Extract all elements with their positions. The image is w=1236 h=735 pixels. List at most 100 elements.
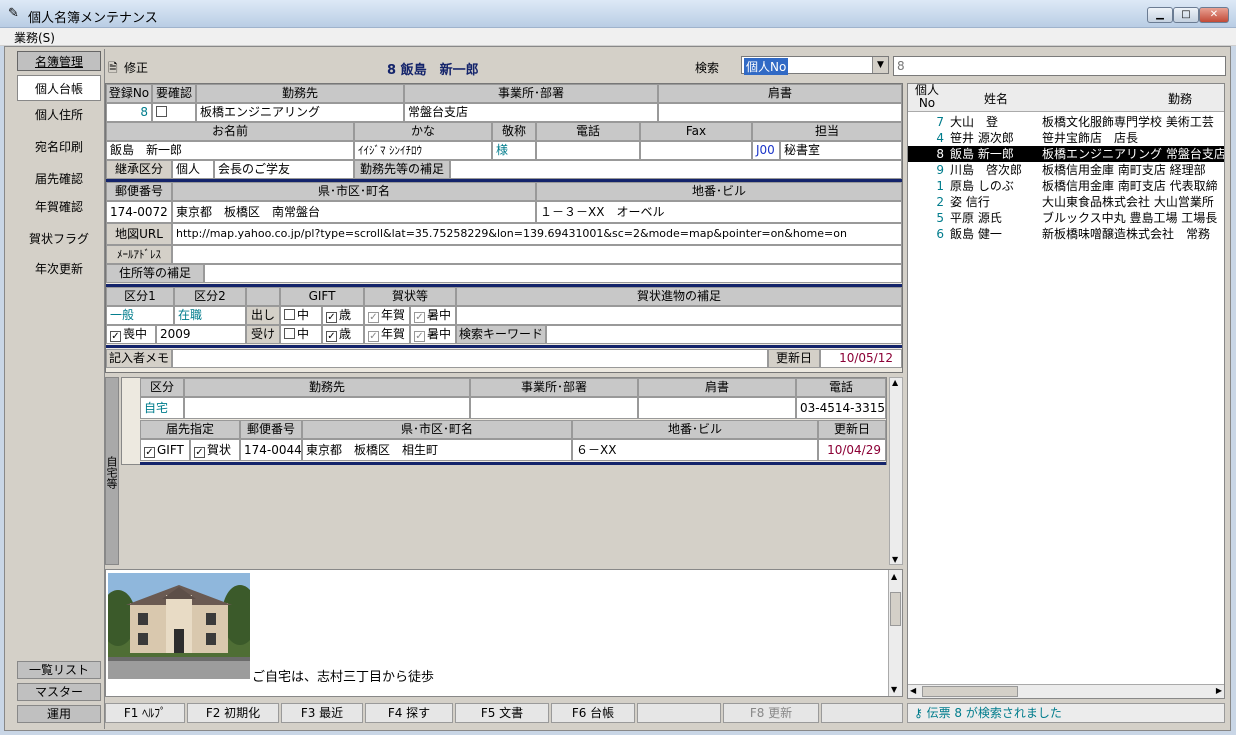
recv-nenga-checkbox[interactable]: ✓ 年賀 bbox=[364, 325, 410, 344]
f2-reset-button[interactable]: F2 初期化 bbox=[187, 703, 279, 723]
sidebar-item-card-flag[interactable]: 賀状フラグ bbox=[17, 229, 101, 249]
name-field[interactable]: 飯島 新一郎 bbox=[106, 141, 354, 160]
f6-ledger-button[interactable]: F6 台帳 bbox=[551, 703, 635, 723]
notes-caption: ご自宅は、志村三丁目から徒歩 bbox=[252, 670, 435, 685]
scroll-thumb[interactable] bbox=[890, 592, 901, 626]
home-dest-gift-checkbox[interactable]: ✓ GIFT bbox=[140, 439, 190, 461]
scroll-down-icon[interactable]: ▼ bbox=[891, 685, 897, 694]
mourning-checkbox[interactable]: ✓ 喪中 bbox=[106, 325, 156, 344]
recv-shochu-checkbox[interactable]: ✓ 暑中 bbox=[410, 325, 456, 344]
record-title: 8 飯島 新一郎 bbox=[387, 63, 479, 78]
search-input[interactable]: 8 bbox=[893, 56, 1226, 76]
greeting-supplement-field[interactable] bbox=[456, 306, 902, 325]
scroll-left-icon[interactable]: ◀ bbox=[910, 686, 916, 695]
inherit-type-field[interactable]: 個人 bbox=[172, 160, 214, 179]
inherit-note-field[interactable]: 会長のご学友 bbox=[214, 160, 354, 179]
sidebar-item-greeting-check[interactable]: 年賀確認 bbox=[17, 197, 101, 217]
pref-field[interactable]: 東京都 板橋区 南常盤台 bbox=[172, 201, 536, 223]
fax-field[interactable] bbox=[640, 141, 752, 160]
scroll-down-icon[interactable]: ▼ bbox=[892, 555, 898, 564]
zip-field[interactable]: 174-0072 bbox=[106, 201, 172, 223]
send-gift-year-checkbox[interactable]: ✓ 歳 bbox=[322, 306, 364, 325]
search-type-select[interactable]: 個人No ▼ bbox=[741, 56, 889, 75]
search-keyword-field[interactable] bbox=[546, 325, 902, 344]
list-item[interactable]: 5 平原 源氏 ブルックス中丸 豊島工場 工場長 bbox=[908, 210, 1224, 226]
scroll-up-icon[interactable]: ▲ bbox=[891, 572, 897, 581]
scroll-right-icon[interactable]: ▶ bbox=[1216, 686, 1222, 695]
recv-gift-mid-checkbox[interactable]: 中 bbox=[280, 325, 322, 344]
sidebar-item-address-print[interactable]: 宛名印刷 bbox=[17, 137, 101, 157]
home-zip-field[interactable]: 174-0044 bbox=[240, 439, 302, 461]
sidebar-item-annual-update[interactable]: 年次更新 bbox=[17, 259, 101, 279]
home-office-field[interactable] bbox=[470, 397, 638, 419]
home-company-field[interactable] bbox=[184, 397, 470, 419]
address-supplement-field[interactable] bbox=[204, 264, 902, 283]
staff-code-field[interactable]: J00 bbox=[752, 141, 780, 160]
company-field[interactable]: 板橋エンジニアリング bbox=[196, 103, 404, 122]
memo-field[interactable] bbox=[172, 349, 768, 368]
phone-field[interactable] bbox=[536, 141, 640, 160]
staff-name-field[interactable]: 秘書室 bbox=[780, 141, 902, 160]
f3-recent-button[interactable]: F3 最近 bbox=[281, 703, 363, 723]
sidebar-list-button[interactable]: 一覧リスト bbox=[17, 661, 101, 679]
home-addr-field[interactable]: ６－XX bbox=[572, 439, 818, 461]
menu-business[interactable]: 業務(S) bbox=[14, 29, 55, 46]
home-pref-field[interactable]: 東京都 板橋区 相生町 bbox=[302, 439, 572, 461]
home-scrollbar[interactable]: ▲ ▼ bbox=[889, 377, 903, 565]
list-header-work[interactable]: 勤務 bbox=[1168, 90, 1192, 107]
f5-document-button[interactable]: F5 文書 bbox=[455, 703, 549, 723]
list-item[interactable]: 8 飯島 新一郎 板橋エンジニアリング 常盤台支店 bbox=[908, 146, 1224, 162]
list-item[interactable]: 4 笹井 源次郎 笹井宝飾店 店長 bbox=[908, 130, 1224, 146]
cat2-field[interactable]: 在職 bbox=[174, 306, 246, 325]
sidebar-operation-button[interactable]: 運用 bbox=[17, 705, 101, 723]
mourning-year-field[interactable]: 2009 bbox=[156, 325, 246, 344]
send-gift-mid-checkbox[interactable]: 中 bbox=[280, 306, 322, 325]
f4-find-button[interactable]: F4 探す bbox=[365, 703, 453, 723]
home-dest-card-checkbox[interactable]: ✓ 賀状 bbox=[190, 439, 240, 461]
notes-panel[interactable]: ご自宅は、志村三丁目から徒歩 ▲ ▼ bbox=[105, 569, 903, 697]
close-button[interactable]: ✕ bbox=[1199, 7, 1229, 23]
kana-field[interactable]: ｲｲｼﾞﾏ ｼﾝｲﾁﾛｳ bbox=[354, 141, 492, 160]
home-position-field[interactable] bbox=[638, 397, 796, 419]
confirm-checkbox[interactable] bbox=[152, 103, 196, 122]
sidebar-item-personal-address[interactable]: 個人住所 bbox=[17, 105, 101, 125]
list-item-name: 姿 信行 bbox=[950, 195, 990, 209]
home-phone-field[interactable]: 03-4514-3315 bbox=[796, 397, 886, 419]
reg-no-field[interactable]: 8 bbox=[106, 103, 152, 122]
list-item[interactable]: 6 飯島 健一 新板橋味噌醸造株式会社 常務 bbox=[908, 226, 1224, 242]
send-nenga-checkbox[interactable]: ✓ 年賀 bbox=[364, 306, 410, 325]
minimize-button[interactable]: ▁ bbox=[1147, 7, 1173, 23]
sidebar-item-delivery-check[interactable]: 届先確認 bbox=[17, 169, 101, 189]
sidebar-master-button[interactable]: マスター bbox=[17, 683, 101, 701]
home-cat-field[interactable]: 自宅 bbox=[140, 397, 184, 419]
home-grid: 区分 勤務先 事業所･部署 肩書 電話 自宅 03-4514-3315 届先指定… bbox=[121, 377, 887, 465]
home-side-tab[interactable]: 自宅等 bbox=[105, 377, 119, 565]
f8-update-button[interactable]: F8 更新 bbox=[723, 703, 819, 723]
position-field[interactable] bbox=[658, 103, 902, 122]
notes-scrollbar[interactable]: ▲ ▼ bbox=[888, 570, 902, 696]
list-hscrollbar[interactable]: ◀ ▶ bbox=[908, 684, 1224, 698]
scroll-thumb[interactable] bbox=[922, 686, 1018, 697]
home-header-phone: 電話 bbox=[796, 378, 886, 397]
sidebar-item-personal-ledger[interactable]: 個人台帳 bbox=[17, 75, 101, 101]
recv-gift-year-checkbox[interactable]: ✓ 歳 bbox=[322, 325, 364, 344]
sidebar-top-label[interactable]: 名簿管理 bbox=[17, 51, 101, 71]
honorific-field[interactable]: 様 bbox=[492, 141, 536, 160]
scroll-up-icon[interactable]: ▲ bbox=[892, 378, 898, 387]
list-item[interactable]: 9 川島 啓次郎 板橋信用金庫 南町支店 経理部 bbox=[908, 162, 1224, 178]
work-supplement-field[interactable] bbox=[450, 160, 902, 179]
list-header-name[interactable]: 姓名 bbox=[984, 90, 1008, 107]
send-shochu-checkbox[interactable]: ✓ 暑中 bbox=[410, 306, 456, 325]
list-item[interactable]: 1 原島 しのぶ 板橋信用金庫 南町支店 代表取締 bbox=[908, 178, 1224, 194]
f1-help-button[interactable]: F1 ﾍﾙﾌﾟ bbox=[105, 703, 185, 723]
office-field[interactable]: 常盤台支店 bbox=[404, 103, 658, 122]
list-item[interactable]: 7 大山 登 板橋文化服飾専門学校 美術工芸 bbox=[908, 114, 1224, 130]
list-header-no[interactable]: 個人No bbox=[912, 84, 942, 110]
map-url-field[interactable]: http://map.yahoo.co.jp/pl?type=scroll&la… bbox=[172, 223, 902, 245]
maximize-button[interactable]: □ bbox=[1173, 7, 1199, 23]
cat1-field[interactable]: 一般 bbox=[106, 306, 174, 325]
addr-field[interactable]: １－３－XX オーベル bbox=[536, 201, 902, 223]
list-item[interactable]: 2 姿 信行 大山東食品株式会社 大山営業所 bbox=[908, 194, 1224, 210]
mail-field[interactable] bbox=[172, 245, 902, 264]
chevron-down-icon[interactable]: ▼ bbox=[872, 57, 888, 73]
